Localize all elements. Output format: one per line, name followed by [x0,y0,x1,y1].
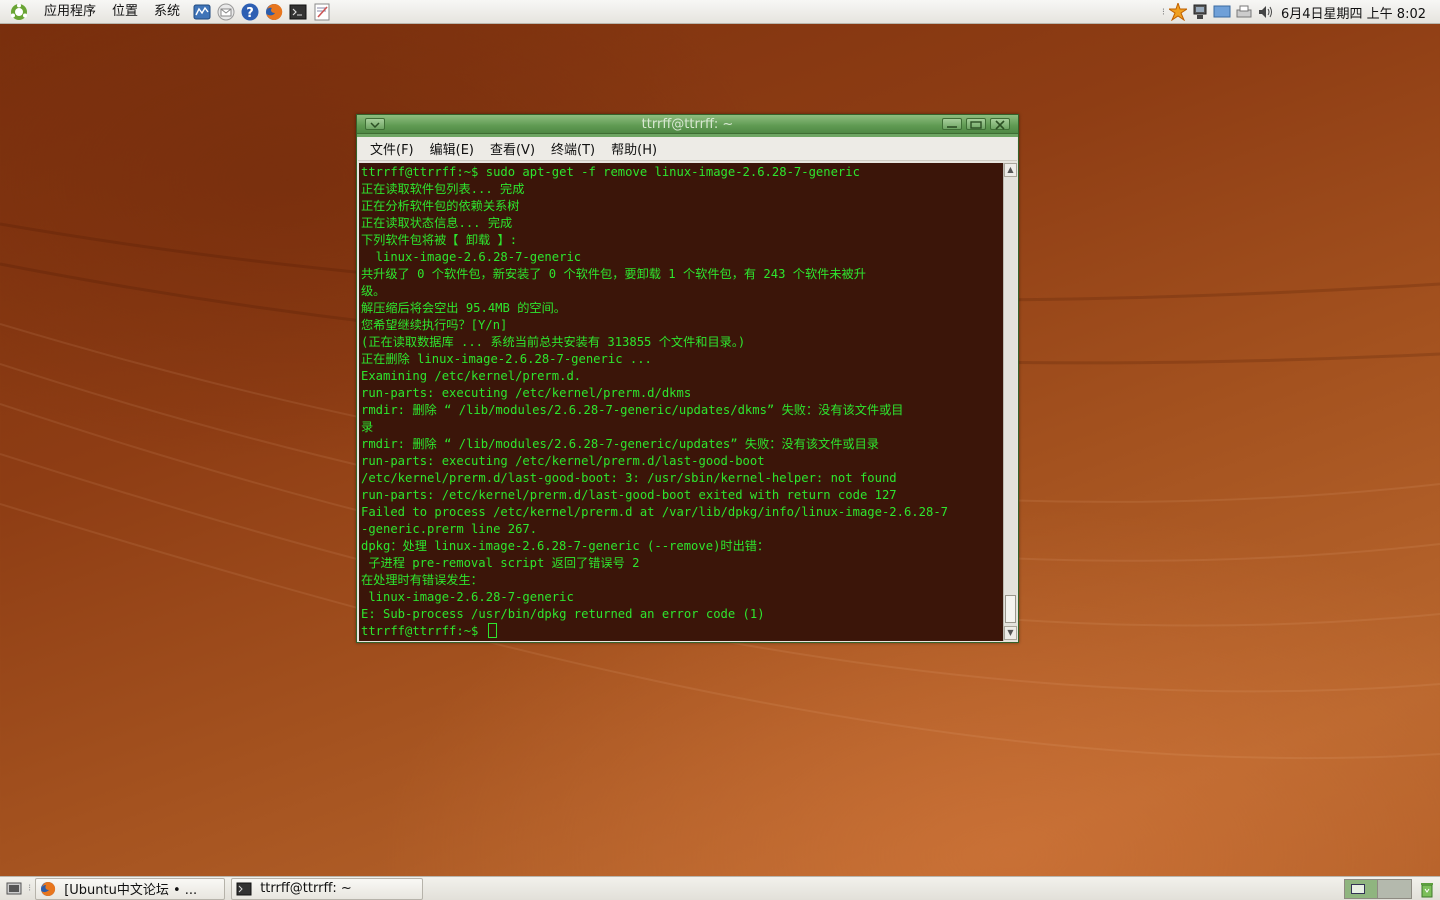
terminal-line: E: Sub-process /usr/bin/dpkg returned an… [361,607,765,621]
scroll-up-arrow-icon[interactable]: ▲ [1004,163,1017,177]
terminal-menubar: 文件(F) 编辑(E) 查看(V) 终端(T) 帮助(H) [358,137,1017,161]
terminal-line: 下列软件包将被【 卸载 】: [361,233,518,247]
help-icon[interactable]: ? [240,2,260,22]
clock[interactable]: 6月4日星期四 上午 8:02 [1281,3,1426,22]
network-icon[interactable] [1191,3,1209,21]
terminal-line: dpkg：处理 linux-image-2.6.28-7-generic (--… [361,539,770,553]
scrollbar-thumb[interactable] [1005,595,1016,623]
vertical-scrollbar[interactable]: ▲ ▼ [1003,163,1017,641]
notification-area: ⁝ 6月4日星期四 上午 8:02 [1162,0,1440,24]
terminal-prompt-line: ttrrff@ttrrff:~$ [361,623,1003,640]
terminal-line: 正在分析软件包的依赖关系树 [361,199,520,213]
terminal-line: run-parts: executing /etc/kernel/prerm.d… [361,454,765,468]
menu-places[interactable]: 位置 [104,0,146,24]
menu-view[interactable]: 查看(V) [482,139,543,158]
terminal-line: 正在删除 linux-image-2.6.28-7-generic ... [361,352,652,366]
show-desktop-icon[interactable] [4,879,24,899]
terminal-prompt: ttrrff@ttrrff:~$ [361,624,486,638]
menu-applications[interactable]: 应用程序 [36,0,104,24]
menu-edit[interactable]: 编辑(E) [422,139,482,158]
workspace-1[interactable] [1344,879,1378,899]
top-panel: 应用程序 位置 系统 ? ⁝ 6月4日星期四 上午 8:02 [0,0,1440,24]
close-button[interactable] [990,118,1010,130]
terminal-line: 子进程 pre-removal script 返回了错误号 2 [361,556,640,570]
firefox-icon[interactable] [264,2,284,22]
printer-icon[interactable] [1235,3,1253,21]
panel-handle: ⁝ [28,883,32,894]
taskbar-item-firefox[interactable]: [Ubuntu中文论坛 • ... [35,877,226,900]
scroll-down-arrow-icon[interactable]: ▼ [1004,626,1017,640]
terminal-line: 共升级了 0 个软件包，新安装了 0 个软件包，要卸载 1 个软件包，有 243… [361,267,866,281]
terminal-line: 解压缩后将会空出 95.4MB 的空间。 [361,301,566,315]
mail-icon[interactable] [216,2,236,22]
update-starburst-icon[interactable] [1169,3,1187,21]
task-label: ttrrff@ttrrff: ~ [260,881,352,896]
terminal-line: Failed to process /etc/kernel/prerm.d at… [361,505,948,519]
terminal-line: -generic.prerm line 267. [361,522,538,536]
terminal-line: run-parts: executing /etc/kernel/prerm.d… [361,386,692,400]
task-label: [Ubuntu中文论坛 • ... [64,883,198,898]
terminal-output[interactable]: ttrrff@ttrrff:~$ sudo apt-get -f remove … [359,163,1003,641]
terminal-lines: ttrrff@ttrrff:~$ sudo apt-get -f remove … [359,163,1003,640]
workspace-2[interactable] [1378,879,1412,899]
terminal-line: rmdir: 删除 “ /lib/modules/2.6.28-7-generi… [361,403,904,417]
window-title: ttrrff@ttrrff: ~ [641,117,734,132]
terminal-window: ttrrff@ttrrff: ~ 文件(F) 编辑(E) 查看(V) 终端(T)… [356,114,1019,643]
display-icon[interactable] [1213,3,1231,21]
window-titlebar[interactable]: ttrrff@ttrrff: ~ [357,115,1018,134]
bottom-panel: ⁝ [Ubuntu中文论坛 • ... ttrrff@ttrrff: ~ [0,876,1440,900]
terminal-line: 级。 [361,284,386,298]
terminal-line: 正在读取状态信息... 完成 [361,216,513,230]
handle-icon: ⁝ [1161,6,1165,18]
monitor-icon[interactable] [192,2,212,22]
terminal-icon[interactable] [288,2,308,22]
firefox-icon [40,881,56,897]
svg-text:?: ? [246,6,254,21]
edit-icon[interactable] [312,2,332,22]
trash-icon[interactable] [1418,880,1436,898]
terminal-line: 正在读取软件包列表... 完成 [361,182,525,196]
maximize-button[interactable] [966,118,986,130]
menu-file[interactable]: 文件(F) [362,139,422,158]
terminal-line: (正在读取数据库 ... 系统当前总共安装有 313855 个文件和目录。) [361,335,746,349]
terminal-line: rmdir: 删除 “ /lib/modules/2.6.28-7-generi… [361,437,879,451]
terminal-cursor [487,623,497,638]
menu-system[interactable]: 系统 [146,0,188,24]
terminal-line: Examining /etc/kernel/prerm.d. [361,369,582,383]
terminal-line: run-parts: /etc/kernel/prerm.d/last-good… [361,488,897,502]
terminal-line: ttrrff@ttrrff:~$ sudo apt-get -f remove … [361,165,860,179]
terminal-line: 在处理时有错误发生： [361,573,483,587]
terminal-line: /etc/kernel/prerm.d/last-good-boot: 3: /… [361,471,897,485]
menu-help[interactable]: 帮助(H) [603,139,665,158]
taskbar-item-terminal[interactable]: ttrrff@ttrrff: ~ [231,877,424,900]
terminal-line: 录 [361,420,374,434]
menu-terminal[interactable]: 终端(T) [543,139,603,158]
terminal-line: 您希望继续执行吗？[Y/n] [361,318,508,332]
volume-icon[interactable] [1257,3,1275,21]
terminal-line: linux-image-2.6.28-7-generic [361,590,574,604]
terminal-icon [236,881,252,897]
workspace-switcher [1344,879,1412,899]
minimize-button[interactable] [942,118,962,130]
terminal-line: linux-image-2.6.28-7-generic [361,250,582,264]
ubuntu-logo-icon[interactable] [8,1,30,23]
